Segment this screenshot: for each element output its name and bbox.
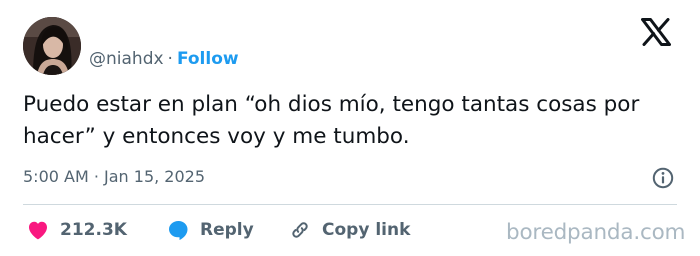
avatar[interactable] [23,17,81,75]
reply-button[interactable]: Reply [166,217,254,243]
watermark: boredpanda.com [506,220,686,245]
author-line: @niahdx · Follow [89,48,239,70]
tweet-text: Puedo estar en plan “oh dios mío, tengo … [23,92,640,149]
link-icon [292,222,308,238]
tweet-card: @niahdx · Follow Puedo estar en plan “oh d… [0,0,700,256]
tweet-timestamp[interactable]: 5:00 AM · Jan 15, 2025 [23,166,205,188]
copy-link-label: Copy link [322,220,411,240]
copy-link-button[interactable]: Copy link [288,217,410,243]
divider [23,204,677,205]
heart-icon [29,221,47,240]
like-button[interactable]: 212.3K [26,217,127,243]
reply-bubble-icon [169,221,188,240]
info-icon[interactable] [651,166,675,190]
like-count: 212.3K [60,220,127,240]
header-separator: · [167,49,173,69]
follow-button[interactable]: Follow [177,49,239,69]
reply-label: Reply [200,220,254,240]
x-logo-icon[interactable] [641,18,671,46]
author-handle[interactable]: @niahdx [89,49,164,69]
avatar-photo [23,17,81,75]
